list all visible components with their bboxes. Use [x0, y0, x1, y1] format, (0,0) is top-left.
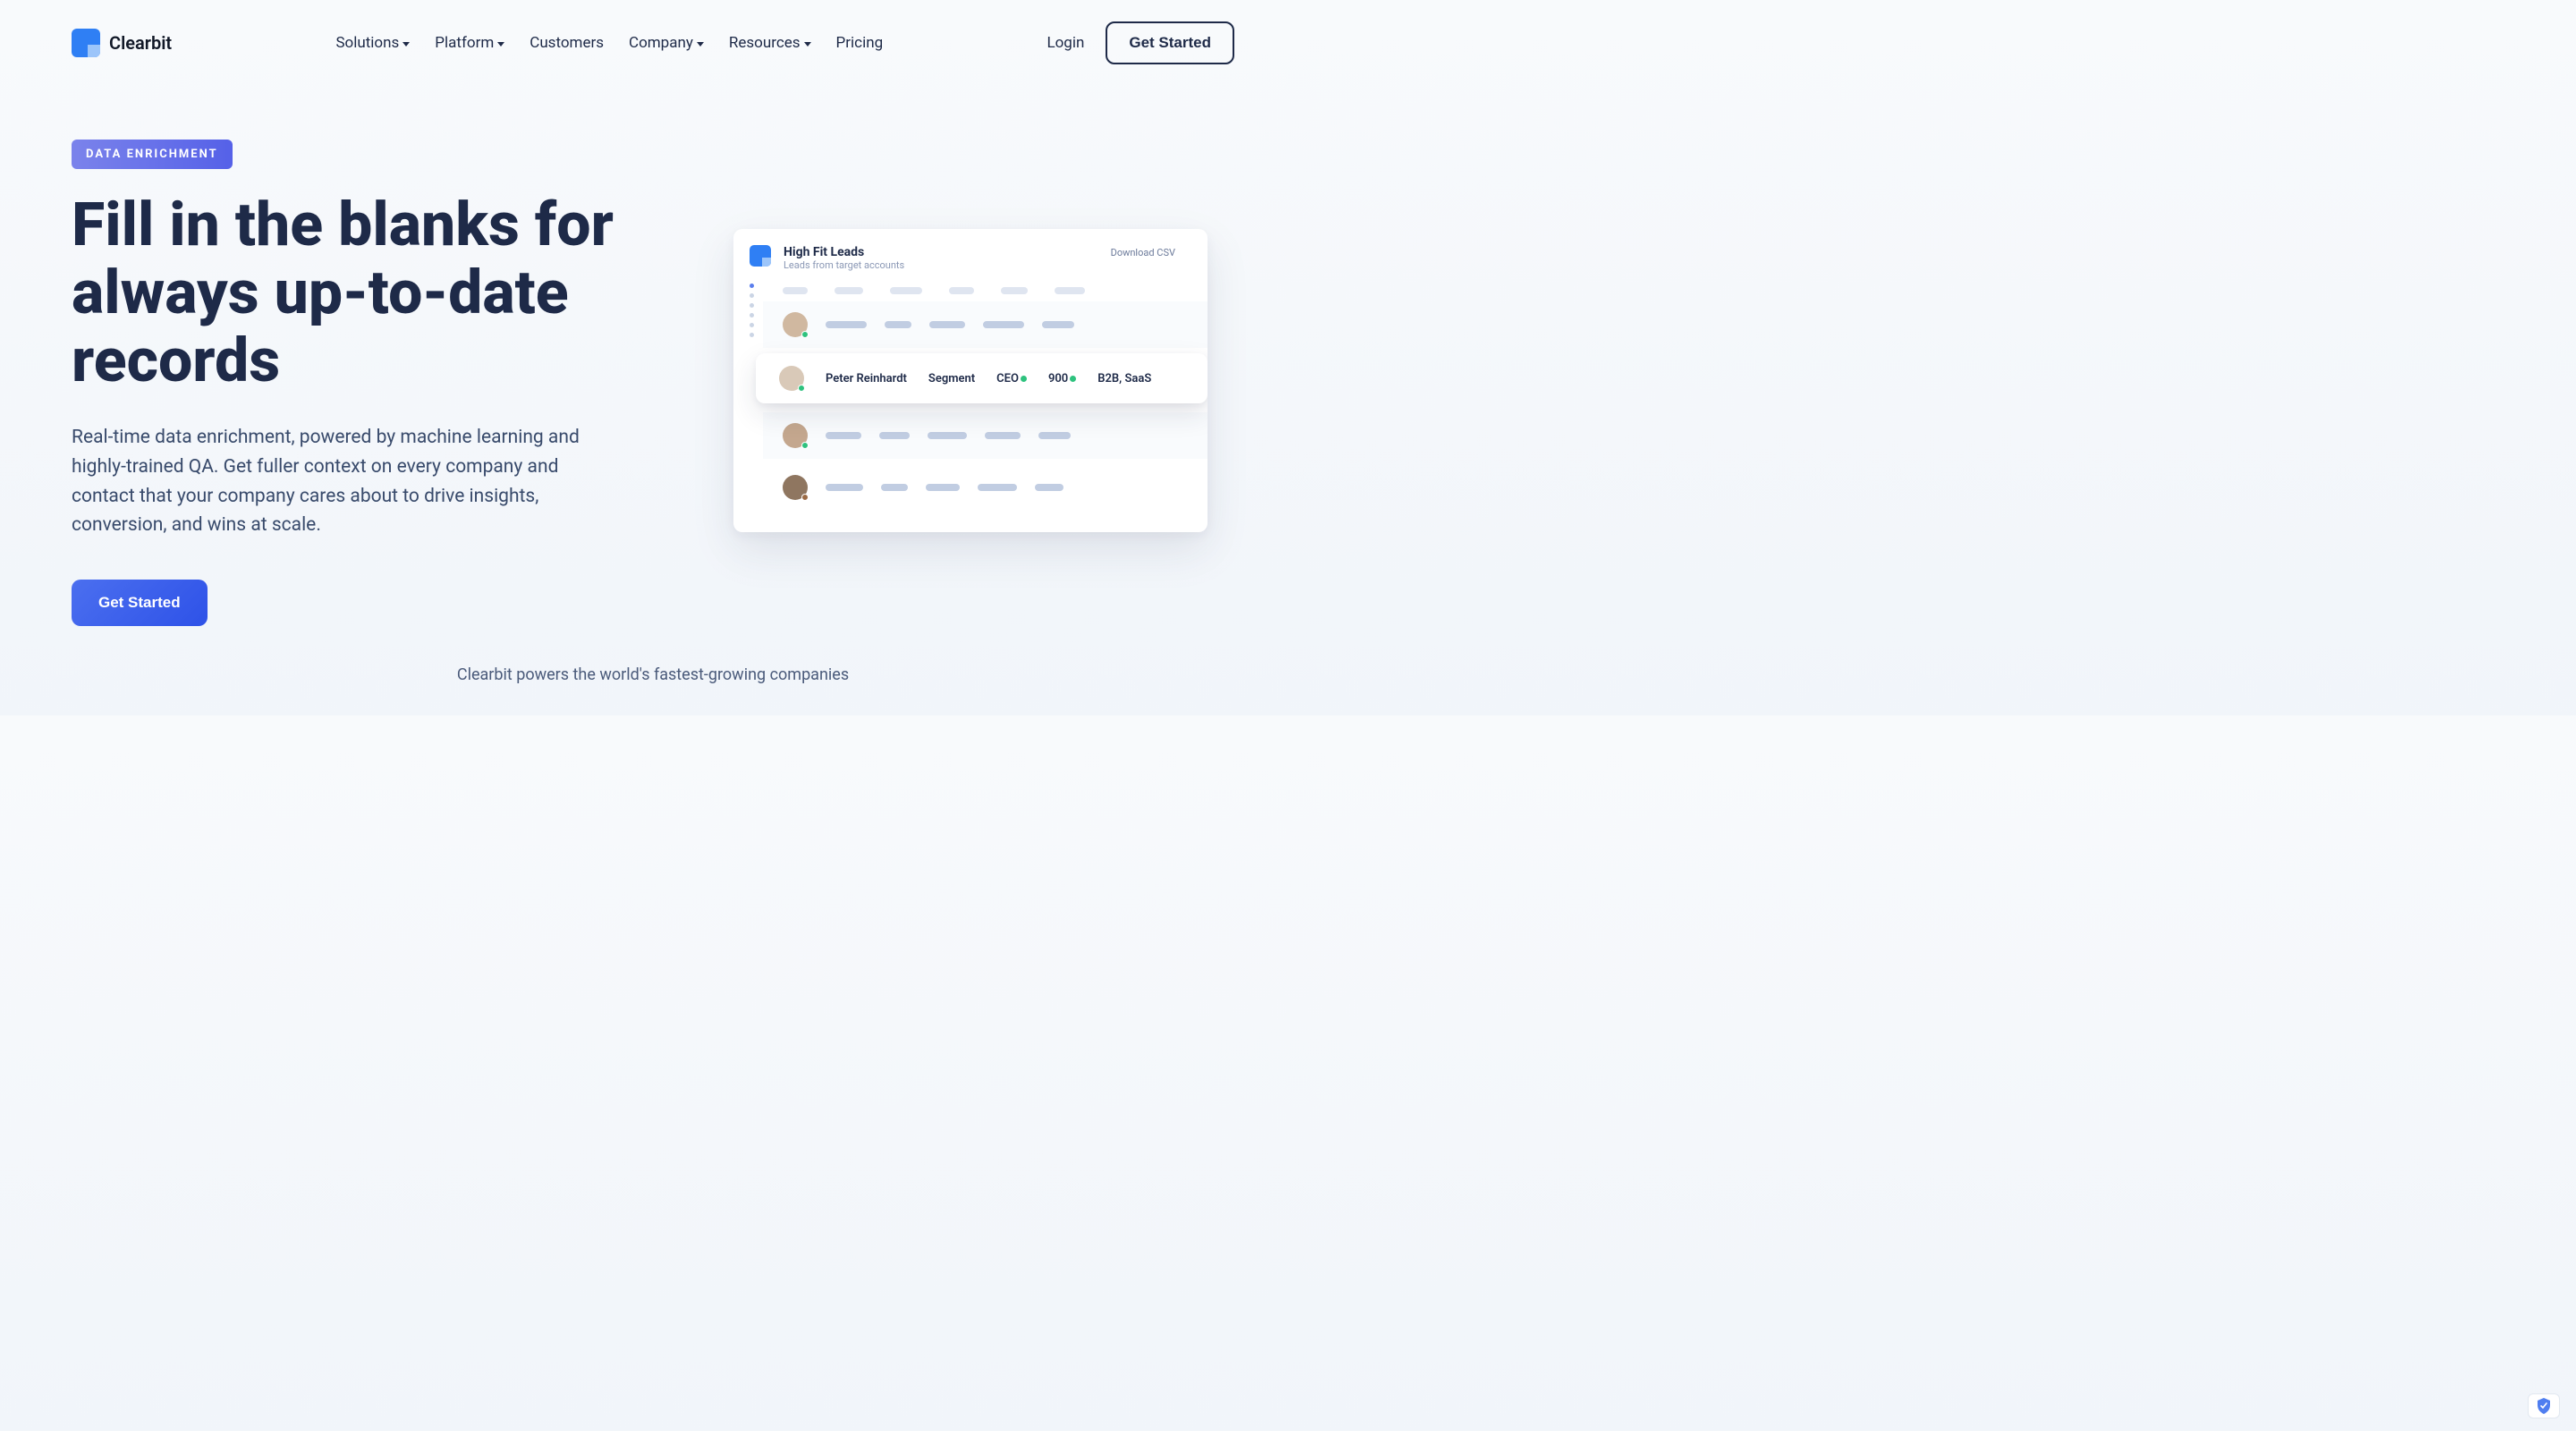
lead-count: 900	[1048, 372, 1076, 385]
get-started-button-nav[interactable]: Get Started	[1106, 21, 1234, 64]
placeholder-bar	[1055, 287, 1085, 294]
leads-card-subtitle: Leads from target accounts	[784, 259, 1098, 271]
nav-right: Login Get Started	[1046, 21, 1234, 64]
hero-illustration: High Fit Leads Leads from target account…	[733, 140, 1208, 626]
download-csv-link[interactable]: Download CSV	[1111, 247, 1191, 271]
pager-dots	[750, 280, 754, 516]
shield-check-icon	[2537, 1398, 2551, 1414]
logo-icon	[750, 245, 771, 267]
chevron-down-icon	[402, 42, 410, 47]
avatar	[783, 475, 808, 500]
indicator-dot-icon	[1070, 376, 1076, 382]
nav-label: Platform	[435, 34, 494, 52]
nav-links: Solutions Platform Customers Company Res…	[335, 34, 883, 52]
nav-customers[interactable]: Customers	[530, 34, 604, 52]
status-dot-icon	[801, 331, 809, 338]
get-started-button-hero[interactable]: Get Started	[72, 580, 208, 626]
lead-company: Segment	[928, 372, 975, 385]
nav-resources[interactable]: Resources	[729, 34, 811, 52]
pager-dot[interactable]	[750, 333, 754, 337]
table-row	[763, 464, 1208, 511]
placeholder-bar	[1042, 321, 1074, 328]
leads-rows: Peter Reinhardt Segment CEO 900 B2B, Saa…	[763, 280, 1208, 516]
security-badge[interactable]	[2528, 1393, 2560, 1418]
logo-icon	[72, 29, 100, 57]
chevron-down-icon	[697, 42, 704, 47]
placeholder-bar	[885, 321, 911, 328]
leads-card-title: High Fit Leads	[784, 245, 1098, 259]
pager-dot[interactable]	[750, 313, 754, 318]
brand-name: Clearbit	[109, 32, 172, 54]
lead-name: Peter Reinhardt	[826, 372, 907, 385]
placeholder-bar	[879, 432, 910, 439]
top-nav: Clearbit Solutions Platform Customers Co…	[0, 0, 1306, 86]
placeholder-bar	[890, 287, 922, 294]
pager-dot[interactable]	[750, 323, 754, 327]
nav-pricing[interactable]: Pricing	[836, 34, 884, 52]
placeholder-bar	[835, 287, 863, 294]
status-dot-icon	[801, 442, 809, 449]
placeholder-bar	[983, 321, 1024, 328]
leads-card-title-group: High Fit Leads Leads from target account…	[784, 245, 1098, 271]
table-header-row	[763, 280, 1208, 301]
indicator-dot-icon	[1021, 376, 1027, 382]
pager-dot[interactable]	[750, 284, 754, 288]
nav-label: Resources	[729, 34, 801, 52]
placeholder-bar	[985, 432, 1021, 439]
table-row	[763, 412, 1208, 459]
nav-label: Solutions	[335, 34, 399, 52]
nav-platform[interactable]: Platform	[435, 34, 504, 52]
status-dot-icon	[798, 385, 805, 392]
nav-label: Pricing	[836, 34, 884, 52]
avatar	[783, 423, 808, 448]
brand-logo[interactable]: Clearbit	[72, 29, 172, 57]
lead-tags: B2B, SaaS	[1097, 372, 1151, 385]
category-badge: DATA ENRICHMENT	[72, 140, 233, 169]
placeholder-bar	[949, 287, 974, 294]
lead-role: CEO	[996, 372, 1027, 385]
placeholder-bar	[826, 321, 867, 328]
placeholder-bar	[978, 484, 1017, 491]
nav-company[interactable]: Company	[629, 34, 704, 52]
pager-dot[interactable]	[750, 293, 754, 298]
chevron-down-icon	[497, 42, 504, 47]
table-row-highlight[interactable]: Peter Reinhardt Segment CEO 900 B2B, Saa…	[756, 353, 1208, 403]
leads-card-body: Peter Reinhardt Segment CEO 900 B2B, Saa…	[750, 280, 1208, 516]
pager-dot[interactable]	[750, 303, 754, 308]
placeholder-bar	[881, 484, 908, 491]
leads-card: High Fit Leads Leads from target account…	[733, 229, 1208, 532]
table-row	[763, 301, 1208, 348]
status-dot-icon	[801, 494, 809, 501]
hero-section: DATA ENRICHMENT Fill in the blanks for a…	[0, 86, 1306, 626]
hero-content: DATA ENRICHMENT Fill in the blanks for a…	[72, 140, 698, 626]
nav-label: Company	[629, 34, 693, 52]
social-proof-heading: Clearbit powers the world's fastest-grow…	[0, 665, 1306, 684]
placeholder-bar	[926, 484, 960, 491]
leads-card-header: High Fit Leads Leads from target account…	[750, 245, 1208, 280]
hero-description: Real-time data enrichment, powered by ma…	[72, 423, 626, 539]
placeholder-bar	[783, 287, 808, 294]
login-link[interactable]: Login	[1046, 34, 1084, 52]
chevron-down-icon	[804, 42, 811, 47]
avatar	[783, 312, 808, 337]
hero-title: Fill in the blanks for always up-to-date…	[72, 191, 698, 394]
placeholder-bar	[929, 321, 965, 328]
placeholder-bar	[1038, 432, 1071, 439]
placeholder-bar	[1035, 484, 1063, 491]
placeholder-bar	[826, 484, 863, 491]
placeholder-bar	[826, 432, 861, 439]
avatar	[779, 366, 804, 391]
placeholder-bar	[928, 432, 967, 439]
placeholder-bar	[1001, 287, 1028, 294]
nav-solutions[interactable]: Solutions	[335, 34, 410, 52]
nav-label: Customers	[530, 34, 604, 52]
